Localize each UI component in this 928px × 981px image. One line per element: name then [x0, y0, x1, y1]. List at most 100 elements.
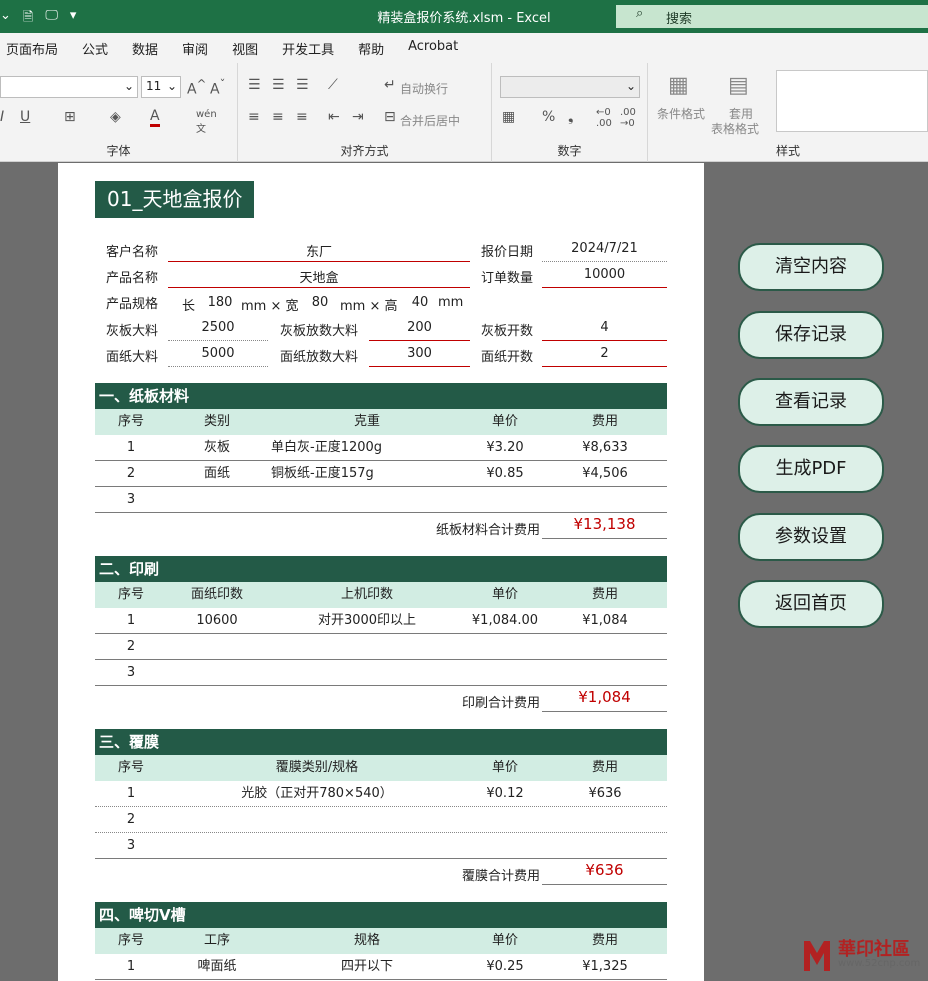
- col-header: 序号: [117, 414, 144, 429]
- grow-font-icon[interactable]: A^: [187, 77, 206, 98]
- underline-icon[interactable]: U: [20, 109, 30, 125]
- paper-size-field[interactable]: 5000: [168, 346, 268, 367]
- cell: ¥0.25: [486, 959, 524, 974]
- number-format-select[interactable]: ⌄: [500, 76, 640, 98]
- section-board-header: 序号 类别 克重 单价 费用: [95, 409, 667, 435]
- table-format-label-2[interactable]: 表格格式: [711, 120, 759, 137]
- table-row[interactable]: 1 灰板 单白灰-正度1200g ¥3.20 ¥8,633: [95, 435, 667, 461]
- spec-width-field[interactable]: 80: [300, 295, 340, 310]
- styles-group: ▦ 条件格式 ▤ 套用 表格格式 样式: [648, 63, 928, 162]
- order-qty-field[interactable]: 10000: [542, 267, 667, 288]
- tab-formulas[interactable]: 公式: [70, 33, 120, 63]
- tab-page-layout[interactable]: 页面布局: [0, 33, 70, 63]
- conditional-format-icon[interactable]: ▦: [668, 73, 689, 98]
- tab-view[interactable]: 视图: [220, 33, 270, 63]
- search-box[interactable]: ⌕ 搜索: [616, 5, 928, 28]
- fill-color-icon[interactable]: ◈: [110, 109, 121, 125]
- table-row[interactable]: 2: [95, 807, 667, 833]
- generate-pdf-button[interactable]: 生成PDF: [738, 445, 884, 493]
- alignment-group: ☰ ☰ ☰ ⟋ ↵ 自动换行 ≡ ≡ ≡ ⇤ ⇥ ⊟ 合并后居中 对齐方式: [238, 63, 492, 162]
- table-row[interactable]: 3: [95, 660, 667, 686]
- clear-content-button[interactable]: 清空内容: [738, 243, 884, 291]
- percent-icon[interactable]: %: [542, 109, 555, 125]
- decrease-decimal-icon[interactable]: .00 →0: [620, 107, 636, 129]
- align-right-icon[interactable]: ≡: [296, 109, 308, 125]
- search-placeholder: 搜索: [666, 12, 693, 27]
- align-top-icon[interactable]: ☰: [248, 77, 261, 93]
- table-row[interactable]: 1 啤面纸 四开以下 ¥0.25 ¥1,325: [95, 954, 667, 980]
- tab-acrobat[interactable]: Acrobat: [396, 33, 470, 63]
- gray-open-field[interactable]: 4: [542, 320, 667, 341]
- col-header: 费用: [591, 587, 618, 602]
- wrap-text-icon[interactable]: ↵: [384, 77, 396, 93]
- merge-center-label[interactable]: 合并后居中: [400, 112, 460, 129]
- font-color-icon[interactable]: A: [150, 109, 160, 127]
- comma-style-icon[interactable]: ❟: [568, 109, 574, 125]
- font-size-select[interactable]: 11 ⌄: [141, 76, 181, 98]
- paper-open-field[interactable]: 2: [542, 346, 667, 367]
- table-row[interactable]: 1 光胶（正对开780×540） ¥0.12 ¥636: [95, 781, 667, 807]
- cell: 3: [126, 665, 136, 680]
- col-header: 单价: [491, 933, 518, 948]
- product-field[interactable]: 天地盒: [168, 267, 470, 288]
- home-button[interactable]: 返回首页: [738, 580, 884, 628]
- view-records-button[interactable]: 查看记录: [738, 378, 884, 426]
- orientation-icon[interactable]: ⟋: [328, 77, 338, 93]
- border-icon[interactable]: ⊞: [64, 109, 76, 125]
- styles-group-label: 样式: [775, 144, 800, 158]
- conditional-format-label[interactable]: 条件格式: [657, 105, 705, 122]
- section-film-header: 序号 覆膜类别/规格 单价 费用: [95, 755, 667, 781]
- spec-length-field[interactable]: 180: [200, 295, 240, 310]
- board-total-value: ¥13,138: [542, 515, 667, 539]
- save-record-button[interactable]: 保存记录: [738, 311, 884, 359]
- align-bottom-icon[interactable]: ☰: [296, 77, 309, 93]
- section-print-title: 二、印刷: [95, 556, 667, 582]
- font-name-select[interactable]: ⌄: [0, 76, 138, 98]
- table-format-icon[interactable]: ▤: [728, 73, 749, 98]
- cell: ¥0.85: [486, 466, 524, 481]
- tab-review[interactable]: 审阅: [170, 33, 220, 63]
- cell: 1: [126, 959, 136, 974]
- align-left-icon[interactable]: ≡: [248, 109, 260, 125]
- col-header: 单价: [491, 760, 518, 775]
- decrease-indent-icon[interactable]: ⇤: [328, 109, 340, 125]
- cell: ¥1,084.00: [471, 613, 539, 628]
- paper-cut-field[interactable]: 300: [369, 346, 470, 367]
- table-row[interactable]: 1 10600 对开3000印以上 ¥1,084.00 ¥1,084: [95, 608, 667, 634]
- spec-height-field[interactable]: 40: [400, 295, 440, 310]
- font-group: ⌄ 11 ⌄ A^ Aˇ I U ⊞ ◈ A wén 文 字体: [0, 63, 238, 162]
- cell-styles-gallery[interactable]: [776, 70, 928, 132]
- align-center-icon[interactable]: ≡: [272, 109, 284, 125]
- table-row[interactable]: 2: [95, 634, 667, 660]
- increase-indent-icon[interactable]: ⇥: [352, 109, 364, 125]
- table-row[interactable]: 2 面纸 铜板纸-正度157g ¥0.85 ¥4,506: [95, 461, 667, 487]
- title-bar: ⌄ 🗎 🖵 ▾ 精装盒报价系统.xlsm - Excel ⌕ 搜索: [0, 0, 928, 33]
- col-header: 工序: [203, 933, 230, 948]
- accounting-format-icon[interactable]: ▦: [502, 109, 515, 125]
- shrink-font-icon[interactable]: Aˇ: [210, 77, 225, 98]
- wrap-text-label[interactable]: 自动换行: [400, 80, 448, 97]
- tab-data[interactable]: 数据: [120, 33, 170, 63]
- paper-size-label: 面纸大料: [106, 350, 159, 365]
- merge-center-icon[interactable]: ⊟: [384, 109, 396, 125]
- align-middle-icon[interactable]: ☰: [272, 77, 285, 93]
- col-header: 序号: [117, 587, 144, 602]
- col-header: 克重: [353, 414, 380, 429]
- customer-field[interactable]: 东厂: [168, 241, 470, 262]
- table-row[interactable]: 3: [95, 487, 667, 513]
- quote-date-field[interactable]: 2024/7/21: [542, 241, 667, 262]
- section-cut-title: 四、啤切V槽: [95, 902, 667, 928]
- settings-button[interactable]: 参数设置: [738, 513, 884, 561]
- gray-cut-field[interactable]: 200: [369, 320, 470, 341]
- tab-help[interactable]: 帮助: [346, 33, 396, 63]
- cell: ¥3.20: [486, 440, 524, 455]
- italic-icon[interactable]: I: [0, 109, 4, 125]
- tab-developer[interactable]: 开发工具: [270, 33, 346, 63]
- section-film-title: 三、覆膜: [95, 729, 667, 755]
- table-row[interactable]: 3: [95, 833, 667, 859]
- gray-size-field[interactable]: 2500: [168, 320, 268, 341]
- increase-decimal-icon[interactable]: ←0.00: [596, 107, 612, 129]
- sheet-area: 01_天地盒报价 客户名称 东厂 报价日期 2024/7/21 产品名称 天地盒…: [58, 163, 704, 981]
- cell: 10600: [196, 613, 238, 628]
- phonetic-icon[interactable]: wén 文: [196, 109, 217, 135]
